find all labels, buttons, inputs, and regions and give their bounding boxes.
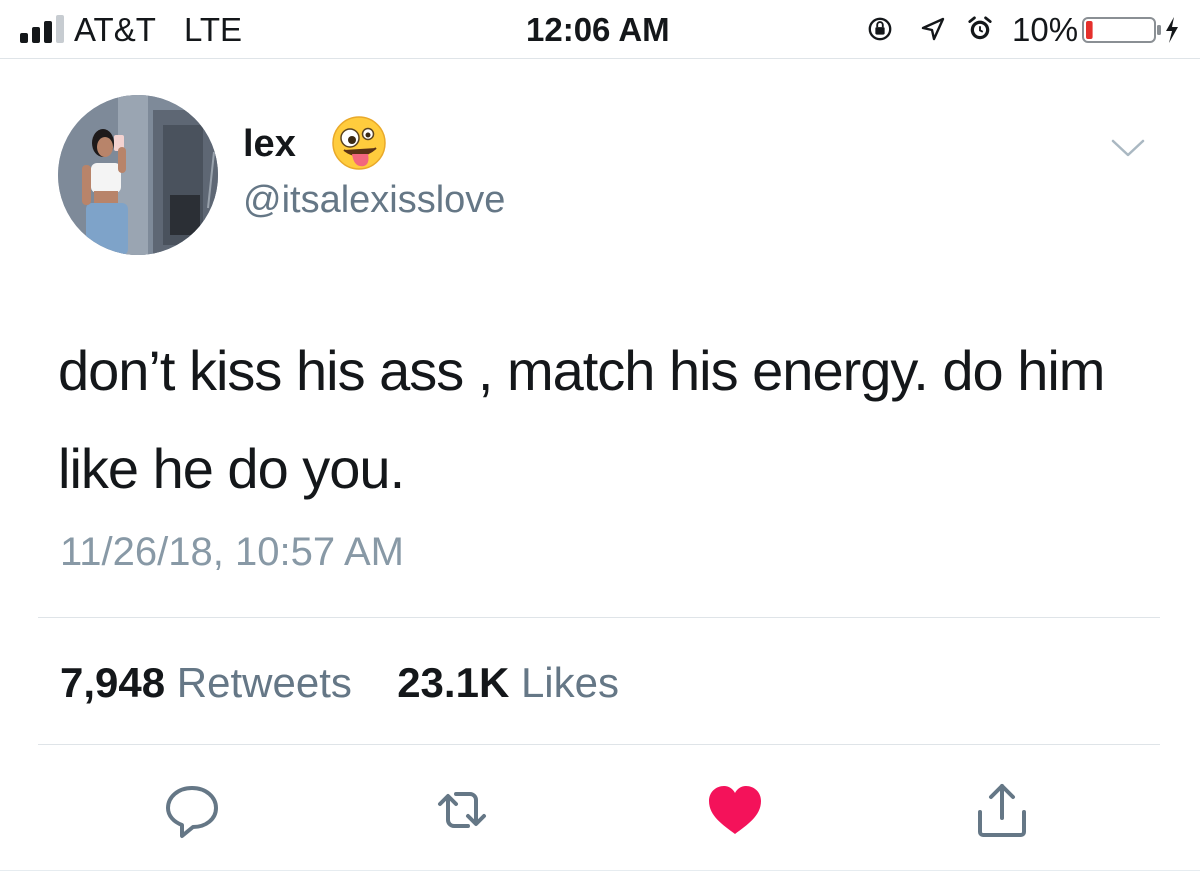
retweets-count: 7,948 <box>60 659 166 706</box>
share-button[interactable] <box>970 778 1034 842</box>
battery-percentage: 10% <box>1012 11 1079 48</box>
retweets-label: Retweets <box>176 659 352 706</box>
status-time: 12:06 AM <box>526 11 670 48</box>
location-arrow-icon <box>921 17 945 41</box>
retweets-stat[interactable]: 7,948 Retweets <box>60 659 364 706</box>
zany-face-emoji <box>332 116 386 170</box>
reply-icon <box>166 786 218 838</box>
retweet-icon <box>438 792 486 828</box>
tweet-timestamp: 11/26/18, 10:57 AM <box>60 530 404 574</box>
display-name[interactable]: lex <box>243 121 296 167</box>
divider <box>38 617 1160 618</box>
tweet-text: don’t kiss his ass , match his energy. d… <box>58 339 1105 500</box>
network-type: LTE <box>184 11 243 48</box>
likes-label: Likes <box>520 659 620 706</box>
orientation-lock-icon <box>868 17 892 41</box>
share-icon <box>978 784 1026 837</box>
avatar[interactable] <box>58 95 218 255</box>
status-bar: AT&T LTE 12:06 AM 10% <box>0 0 1200 59</box>
divider <box>38 744 1160 745</box>
charging-bolt-icon <box>1166 17 1178 43</box>
like-icon <box>709 786 761 834</box>
user-handle[interactable]: @itsalexisslove <box>243 177 505 223</box>
carrier-name: AT&T <box>74 11 156 48</box>
avatar-reflection <box>207 151 215 209</box>
likes-stat[interactable]: 23.1K Likes <box>386 659 619 706</box>
retweet-button[interactable] <box>430 778 494 842</box>
tweet-stats: 7,948 Retweets 23.1K Likes <box>60 658 619 708</box>
chevron-down-icon[interactable] <box>1110 136 1146 160</box>
battery-icon <box>1082 17 1178 43</box>
like-button[interactable] <box>703 778 767 842</box>
alarm-icon <box>968 16 992 40</box>
likes-count: 23.1K <box>397 659 510 706</box>
reply-button[interactable] <box>160 778 224 842</box>
divider <box>0 870 1200 871</box>
signal-icon <box>20 15 64 43</box>
